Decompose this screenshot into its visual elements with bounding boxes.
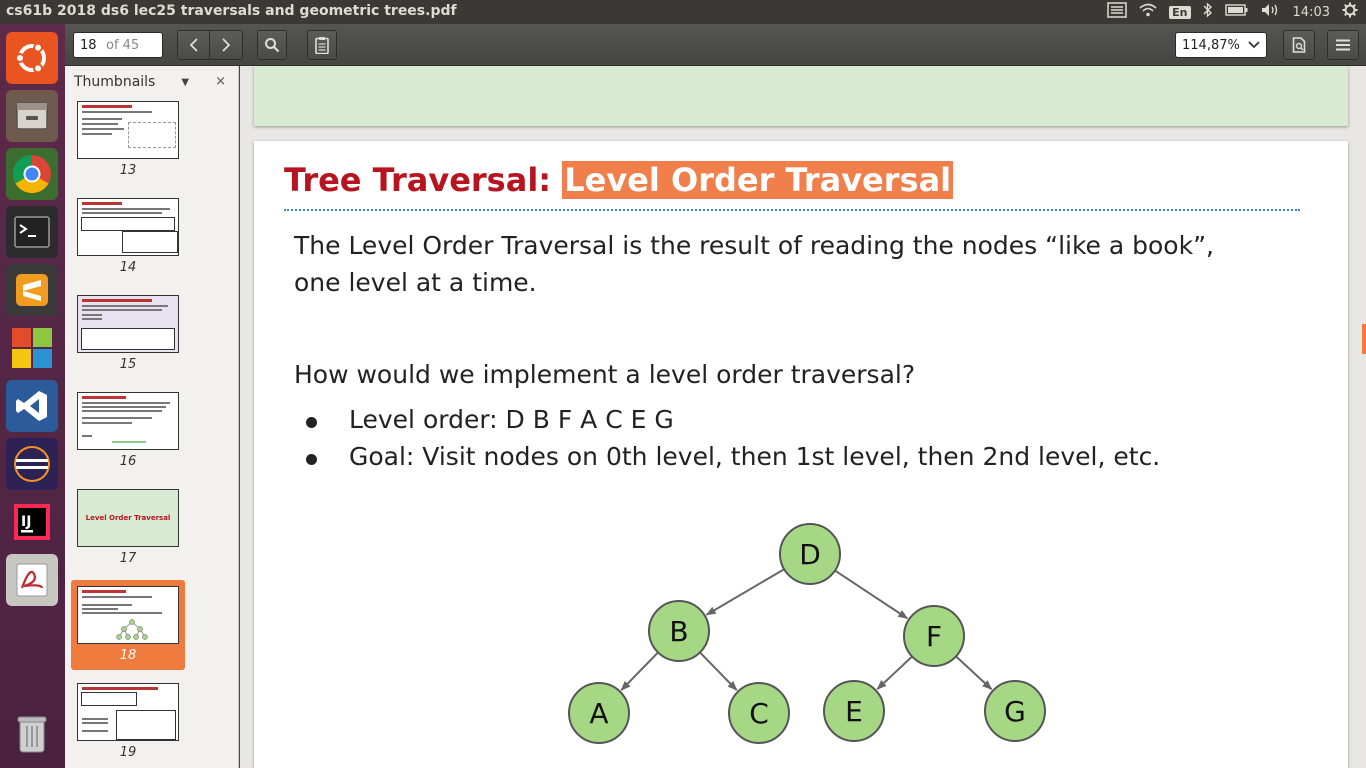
trash-icon[interactable]	[6, 708, 58, 760]
page-number-input[interactable]	[74, 37, 106, 53]
thumbnail-page-18-selected[interactable]: 18	[71, 580, 185, 670]
tree-edge-D-B	[705, 568, 785, 616]
document-properties-button[interactable]	[1283, 30, 1315, 60]
clipboard-icon	[315, 37, 329, 54]
tree-node-label: C	[749, 697, 769, 730]
tree-node-label: A	[589, 697, 608, 730]
thumbnail-image	[77, 683, 179, 741]
thumbnail-number: 15	[119, 357, 137, 372]
thumbnail-image	[77, 101, 179, 159]
binary-tree-diagram: D B F A C E G	[568, 523, 1046, 744]
tree-edge-B-C	[699, 651, 738, 691]
intellij-icon[interactable]: IJ	[6, 496, 58, 548]
tree-node-label: G	[1004, 695, 1026, 728]
tree-node-D: D	[779, 523, 841, 585]
thumbnail-image: Level Order Traversal	[77, 489, 179, 547]
tree-edge-F-G	[955, 655, 993, 690]
sidebar-title[interactable]: Thumbnails	[74, 74, 155, 90]
pdf-viewer-icon[interactable]	[6, 554, 58, 606]
battery-icon[interactable]	[1224, 4, 1249, 20]
eclipse-icon[interactable]	[6, 438, 58, 490]
previous-page-button[interactable]	[178, 31, 210, 59]
files-icon[interactable]	[6, 90, 58, 142]
thumbnail-number: 13	[119, 163, 137, 178]
page-nav-buttons	[177, 30, 243, 60]
launcher: IJ	[0, 24, 65, 768]
document-icon	[1292, 37, 1306, 53]
chevron-left-icon	[189, 38, 198, 52]
thumbnail-image	[77, 586, 179, 644]
sidebar-header: Thumbnails ▼ ×	[65, 66, 238, 98]
search-button[interactable]	[257, 30, 287, 60]
scroll-position-marker[interactable]	[1362, 324, 1366, 354]
system-indicators: En 14:03	[1107, 0, 1358, 24]
thumbnail-caption: Level Order Traversal	[85, 514, 171, 522]
viewer-toolbar: of 45 114,87%	[65, 24, 1366, 66]
svg-text:IJ: IJ	[21, 514, 31, 530]
chrome-icon[interactable]	[6, 148, 58, 200]
tree-node-A: A	[568, 682, 630, 744]
bluetooth-icon[interactable]	[1203, 2, 1213, 22]
libreoffice-icon[interactable]	[6, 322, 58, 374]
thumbnail-number: 18	[119, 648, 137, 663]
thumbnail-number: 14	[119, 260, 137, 275]
thumbnail-page-14[interactable]: 14	[71, 198, 185, 288]
ubuntu-logo-icon[interactable]	[6, 32, 58, 84]
search-icon	[265, 38, 280, 53]
tree-node-label: B	[669, 615, 688, 648]
thumbnail-page-13[interactable]: 13	[71, 101, 185, 191]
tree-node-C: C	[728, 682, 790, 744]
previous-page-bottom	[254, 66, 1348, 126]
window-title: cs61b 2018 ds6 lec25 traversals and geom…	[6, 3, 457, 19]
thumbnail-page-16[interactable]: 16	[71, 392, 185, 482]
page-total-label: of 45	[106, 37, 140, 53]
tree-node-F: F	[903, 605, 965, 667]
page-navigator: of 45	[73, 32, 163, 58]
document-viewer[interactable]: Tree Traversal: Level Order Traversal Th…	[240, 66, 1366, 768]
tree-node-label: E	[845, 695, 863, 728]
tree-node-B: B	[648, 600, 710, 662]
zoom-select[interactable]: 114,87%	[1175, 32, 1267, 58]
thumbnail-image	[77, 198, 179, 256]
top-panel: cs61b 2018 ds6 lec25 traversals and geom…	[0, 0, 1366, 24]
tree-node-label: F	[926, 620, 942, 653]
chevron-down-icon	[1248, 41, 1260, 49]
volume-icon[interactable]	[1261, 3, 1281, 21]
chevron-right-icon	[222, 38, 231, 52]
clock[interactable]: 14:03	[1293, 5, 1330, 20]
vscode-icon[interactable]	[6, 380, 58, 432]
thumbnails-sidebar: Thumbnails ▼ × 13 14 15 16 Level Order T…	[65, 66, 239, 768]
sublime-text-icon[interactable]	[6, 264, 58, 316]
tree-edge-D-F	[834, 569, 909, 620]
thumbnail-page-17[interactable]: Level Order Traversal 17	[71, 489, 185, 579]
keyboard-layout-indicator[interactable]: En	[1169, 5, 1191, 19]
thumbnail-page-15[interactable]: 15	[71, 295, 185, 385]
thumbnail-number: 16	[119, 454, 137, 469]
chevron-down-icon[interactable]: ▼	[181, 77, 189, 88]
tree-node-label: D	[799, 538, 821, 571]
tree-node-G: G	[984, 680, 1046, 742]
terminal-icon[interactable]	[6, 206, 58, 258]
current-page: Tree Traversal: Level Order Traversal Th…	[254, 141, 1348, 768]
tree-node-E: E	[823, 680, 885, 742]
thumbnail-page-19[interactable]: 19	[71, 683, 185, 768]
wifi-icon[interactable]	[1139, 3, 1157, 21]
tree-edge-F-E	[876, 655, 913, 690]
power-gear-icon[interactable]	[1342, 2, 1358, 22]
hamburger-menu-button[interactable]	[1327, 30, 1359, 60]
annotations-button[interactable]	[307, 30, 337, 60]
thumbnail-image	[77, 295, 179, 353]
tree-edge-B-A	[620, 651, 659, 691]
thumbnail-number: 17	[119, 551, 137, 566]
next-page-button[interactable]	[210, 31, 242, 59]
menu-icon[interactable]	[1107, 2, 1127, 22]
zoom-value: 114,87%	[1182, 37, 1240, 53]
sidebar-close-button[interactable]: ×	[215, 74, 226, 89]
menu-icon	[1336, 39, 1350, 51]
thumbnail-image	[77, 392, 179, 450]
thumbnail-number: 19	[119, 745, 137, 760]
